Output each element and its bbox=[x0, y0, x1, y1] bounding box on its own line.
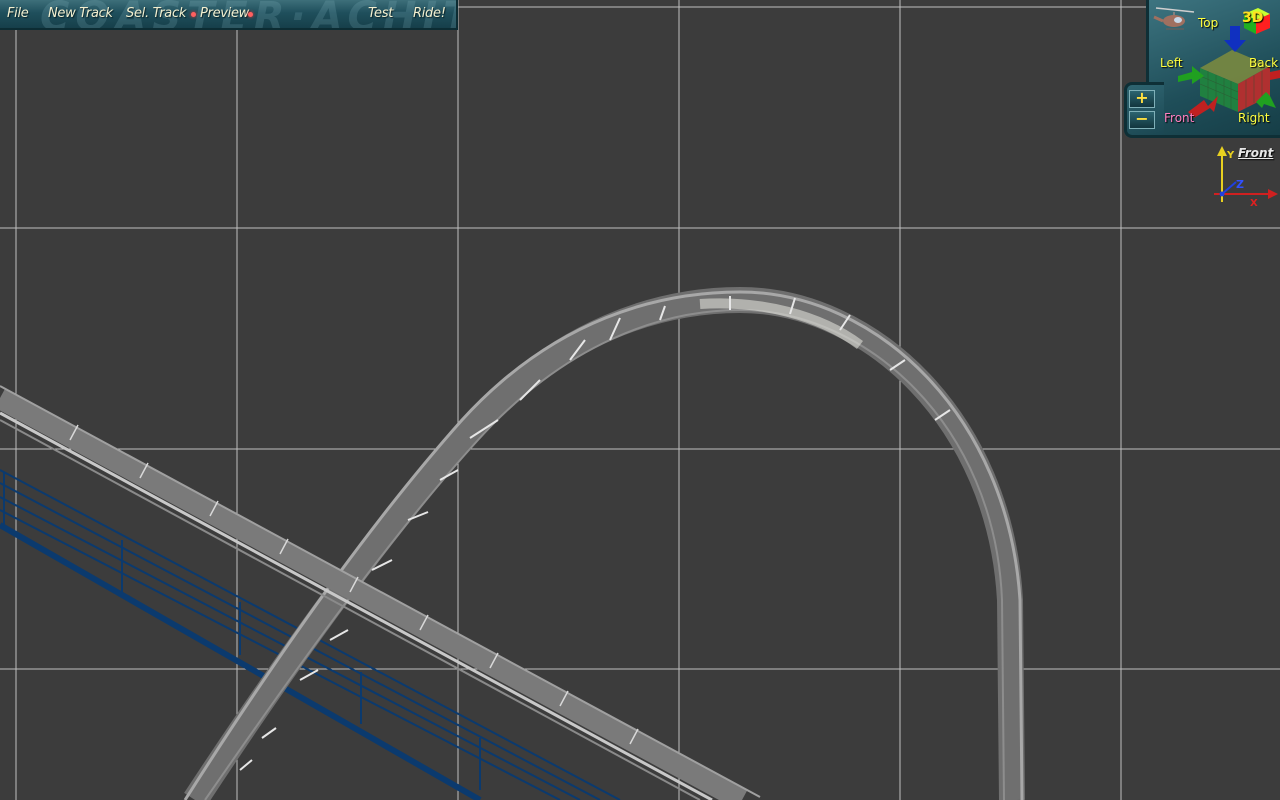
axis-z-label: Z bbox=[1236, 178, 1244, 191]
view-back-label[interactable]: Back bbox=[1249, 56, 1278, 70]
view-right-label[interactable]: Right bbox=[1238, 111, 1270, 125]
menu-test[interactable]: Test bbox=[368, 6, 393, 21]
top-menu-bar: COASTER·ACHIT File New Track Sel. Track … bbox=[0, 0, 458, 30]
view-front-label[interactable]: Front bbox=[1164, 111, 1194, 125]
menu-ride[interactable]: Ride! bbox=[413, 6, 446, 21]
zoom-out-button[interactable]: − bbox=[1129, 111, 1155, 129]
axis-indicator: Front Y Z X bbox=[1210, 144, 1280, 210]
menu-separator-dot bbox=[191, 12, 196, 17]
view-top-label[interactable]: Top bbox=[1198, 16, 1218, 30]
mode-3d-label[interactable]: 3D bbox=[1242, 10, 1263, 26]
menu-file[interactable]: File bbox=[7, 6, 29, 21]
menu-preview[interactable]: Preview bbox=[200, 6, 249, 21]
menu-sel-track[interactable]: Sel. Track bbox=[126, 6, 186, 21]
menu-new-track[interactable]: New Track bbox=[48, 6, 113, 21]
menu-separator-dot bbox=[248, 12, 253, 17]
track-scene bbox=[0, 0, 1280, 800]
view-left-label[interactable]: Left bbox=[1160, 56, 1183, 70]
3d-viewport[interactable]: COASTER·ACHIT File New Track Sel. Track … bbox=[0, 0, 1280, 800]
zoom-in-button[interactable]: + bbox=[1129, 90, 1155, 108]
viewport-grid bbox=[0, 0, 1280, 800]
axis-y-label: Y bbox=[1226, 150, 1235, 161]
view-navigation-panel: 3D Top Left Back Front Right + − bbox=[1124, 0, 1280, 138]
view-cube-icon[interactable] bbox=[1170, 26, 1280, 120]
axis-x-label: X bbox=[1250, 198, 1258, 209]
axis-gizmo-icon: Y Z X bbox=[1214, 146, 1278, 209]
